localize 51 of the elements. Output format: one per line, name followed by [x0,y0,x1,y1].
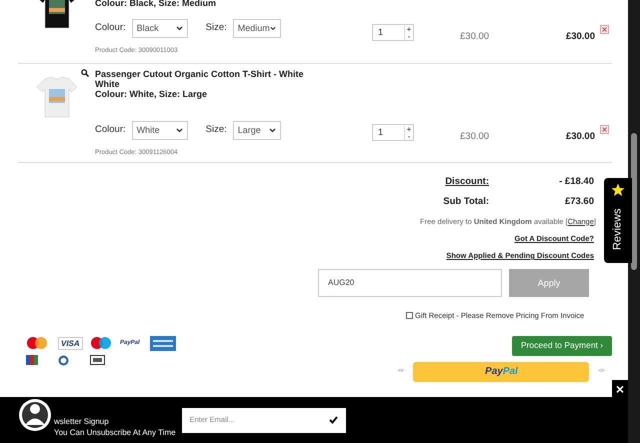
t-shirt-photo [34,75,78,119]
visa-logo: VISA [58,336,83,350]
dropdown[interactable]: Medium [232,19,281,38]
user-avatar-icon [18,398,52,432]
unit-price: £30.00 [460,131,490,142]
card-logo-icon [90,355,105,365]
line-total: £30.00 [566,31,595,42]
decrease-button[interactable]: - [408,132,410,140]
product-variant: Colour: White, Size: Large [95,89,208,100]
dropdown[interactable]: Large [232,121,281,140]
increase-button[interactable]: + [406,126,412,132]
search-icon[interactable] [81,69,89,77]
gift-receipt-checkbox[interactable] [406,312,413,320]
decrease-button[interactable]: - [408,32,410,40]
line-total: £30.00 [566,131,595,142]
remove-icon[interactable] [600,25,609,34]
quantity-field[interactable]: 1 + - [372,24,414,41]
reviews-tab[interactable]: Reviews [604,178,632,263]
total-value: £73.60 [564,195,594,210]
remove-icon[interactable] [600,125,609,134]
caret-icon [268,128,276,133]
size-label: Size: [206,21,227,36]
card-circles-icon [26,336,48,350]
paypal-button[interactable]: PayPal [413,362,590,382]
close-button[interactable]: × [612,380,628,397]
total-value: - £18.40 [558,175,594,189]
proceed-to-payment-button[interactable]: Proceed to Payment › [512,336,612,356]
card-logo-icon [26,355,38,365]
check-icon[interactable] [328,416,338,424]
size-label: Size: [206,123,227,138]
discount-code-field[interactable]: AUG20 [318,269,502,298]
total-label: Discount: [444,175,489,189]
colour-label: Colour: [95,21,126,36]
unit-price: £30.00 [460,31,490,42]
card-circles-icon [90,336,112,350]
colour-label: Colour: [95,123,126,138]
newsletter-title: wsletter Signup [54,416,110,427]
quantity-field[interactable]: 1 + - [372,124,414,141]
dropdown[interactable]: Black [132,19,188,38]
caret-icon [270,26,276,31]
product-title[interactable]: Passenger Cutout Organic Cotton T-Shirt - White White [95,69,310,89]
increase-button[interactable]: + [406,26,412,32]
scrollbar[interactable] [628,0,640,443]
caret-icon [176,128,183,133]
star-icon [611,183,625,197]
total-label: Sub Total: [442,195,489,210]
card-logo-icon [150,336,176,350]
caret-icon [176,26,183,31]
card-circle-icon [58,354,69,366]
newsletter-subtitle: You Can Unsubscribe At Any Time [54,427,176,438]
dropdown[interactable]: White [132,121,188,140]
